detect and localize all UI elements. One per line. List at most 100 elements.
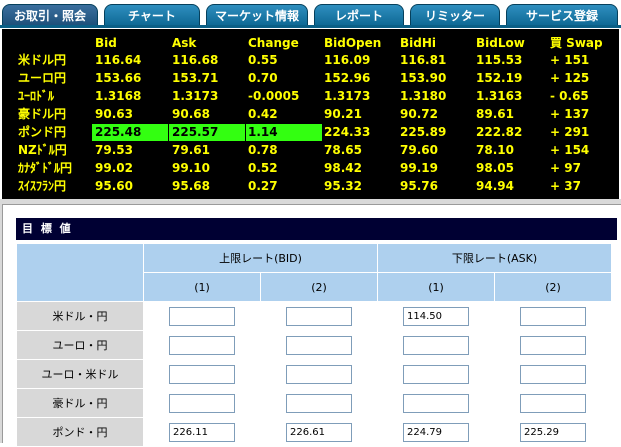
tab-market-info[interactable]: マーケット情報 — [206, 4, 308, 26]
corner-cell — [17, 244, 143, 301]
upper-1-input[interactable] — [169, 306, 235, 326]
bid-value: 153.66 — [95, 71, 142, 85]
input-cell — [144, 331, 260, 359]
tab-chart[interactable]: チャート — [104, 4, 200, 26]
change-value: 0.78 — [248, 143, 278, 157]
tab-trading[interactable]: お取引・照会 — [2, 4, 98, 26]
tab-limiter[interactable]: リミッター — [410, 4, 500, 26]
upper-limit-header: 上限レート(BID) — [144, 244, 377, 272]
ask-value: 153.71 — [172, 71, 219, 85]
table-row: 米ドル・円 — [17, 302, 611, 330]
bidopen-value: 116.09 — [324, 53, 371, 67]
input-cell — [144, 302, 260, 330]
lower-2-input[interactable] — [520, 422, 586, 442]
change-value: 0.52 — [248, 161, 278, 175]
bidopen-value: 78.65 — [324, 143, 362, 157]
upper-1-input[interactable] — [169, 393, 235, 413]
change-value: 0.55 — [248, 53, 278, 67]
ask-value: 79.61 — [172, 143, 210, 157]
pair-label: ポンド円 — [18, 125, 67, 139]
pair-name: ポンド・円 — [17, 418, 143, 446]
upper-2-input[interactable] — [286, 306, 352, 326]
change-value: 0.27 — [248, 179, 278, 193]
bidhi-value: 90.72 — [400, 107, 438, 121]
bidlow-value: 1.3163 — [476, 89, 523, 103]
upper-1-input[interactable] — [169, 422, 235, 442]
ask-value: 1.3173 — [172, 89, 219, 103]
table-row: 豪ドル・円 — [17, 389, 611, 417]
input-cell — [378, 389, 494, 417]
bidopen-value: 152.96 — [324, 71, 371, 85]
input-cell — [495, 389, 611, 417]
col-bid: Bid — [95, 36, 117, 50]
input-cell — [495, 331, 611, 359]
lower-1-input[interactable] — [403, 393, 469, 413]
col-bidhi: BidHi — [400, 36, 437, 50]
pair-name: ユーロ・米ドル — [17, 360, 143, 388]
col-ask: Ask — [172, 36, 197, 50]
input-cell — [261, 302, 377, 330]
target-title: 目 標 値 — [16, 218, 617, 240]
lower-2-input[interactable] — [520, 306, 586, 326]
bidlow-value: 78.10 — [476, 143, 514, 157]
input-cell — [144, 389, 260, 417]
input-cell — [261, 418, 377, 446]
bidopen-value: 1.3173 — [324, 89, 371, 103]
pair-label: ﾕｰﾛﾄﾞﾙ — [18, 89, 55, 103]
change-value-highlighted: 1.14 — [246, 124, 322, 141]
tab-bar: お取引・照会 チャート マーケット情報 レポート リミッター サービス登録 — [0, 0, 621, 28]
lower-limit-header: 下限レート(ASK) — [378, 244, 611, 272]
upper-1-input[interactable] — [169, 364, 235, 384]
input-cell — [378, 360, 494, 388]
bid-value: 116.64 — [95, 53, 142, 67]
upper-2-input[interactable] — [286, 364, 352, 384]
swap-value: + 151 — [550, 53, 590, 67]
swap-value: - 0.65 — [550, 89, 589, 103]
bid-value: 99.02 — [95, 161, 133, 175]
change-value: -0.0005 — [248, 89, 300, 103]
rate-board: Bid Ask Change BidOpen BidHi BidLow 買 Sw… — [2, 29, 619, 199]
bidhi-value: 1.3180 — [400, 89, 447, 103]
pair-label: 米ドル円 — [18, 53, 67, 67]
change-value: 0.70 — [248, 71, 278, 85]
lower-sub-1: (1) — [378, 273, 494, 301]
upper-2-input[interactable] — [286, 422, 352, 442]
bid-value: 90.63 — [95, 107, 133, 121]
ask-value: 95.68 — [172, 179, 210, 193]
swap-value: + 154 — [550, 143, 590, 157]
col-bidlow: BidLow — [476, 36, 525, 50]
upper-2-input[interactable] — [286, 335, 352, 355]
lower-1-input[interactable] — [403, 335, 469, 355]
table-row: ユーロ・円 — [17, 331, 611, 359]
upper-1-input[interactable] — [169, 335, 235, 355]
input-cell — [495, 302, 611, 330]
col-swap: 買 Swap — [550, 36, 603, 50]
lower-1-input[interactable] — [403, 306, 469, 326]
ask-value: 99.10 — [172, 161, 210, 175]
lower-2-input[interactable] — [520, 393, 586, 413]
ask-value: 90.68 — [172, 107, 210, 121]
swap-value: + 137 — [550, 107, 590, 121]
input-cell — [378, 418, 494, 446]
input-cell — [261, 360, 377, 388]
col-change: Change — [248, 36, 299, 50]
bidlow-value: 222.82 — [476, 125, 523, 139]
bid-value-highlighted: 225.48 — [92, 124, 168, 141]
lower-1-input[interactable] — [403, 422, 469, 442]
tab-service-registration[interactable]: サービス登録 — [506, 4, 618, 26]
bid-value: 79.53 — [95, 143, 133, 157]
pair-label: 豪ドル円 — [18, 107, 67, 121]
lower-2-input[interactable] — [520, 335, 586, 355]
bidopen-value: 90.21 — [324, 107, 362, 121]
lower-2-input[interactable] — [520, 364, 586, 384]
bidhi-value: 116.81 — [400, 53, 447, 67]
upper-2-input[interactable] — [286, 393, 352, 413]
ask-value-highlighted: 225.57 — [169, 124, 245, 141]
bidlow-value: 94.94 — [476, 179, 514, 193]
bidopen-value: 95.32 — [324, 179, 362, 193]
bidhi-value: 99.19 — [400, 161, 438, 175]
bidopen-value: 224.33 — [324, 125, 371, 139]
tab-report[interactable]: レポート — [314, 4, 404, 26]
bid-value: 1.3168 — [95, 89, 142, 103]
lower-1-input[interactable] — [403, 364, 469, 384]
